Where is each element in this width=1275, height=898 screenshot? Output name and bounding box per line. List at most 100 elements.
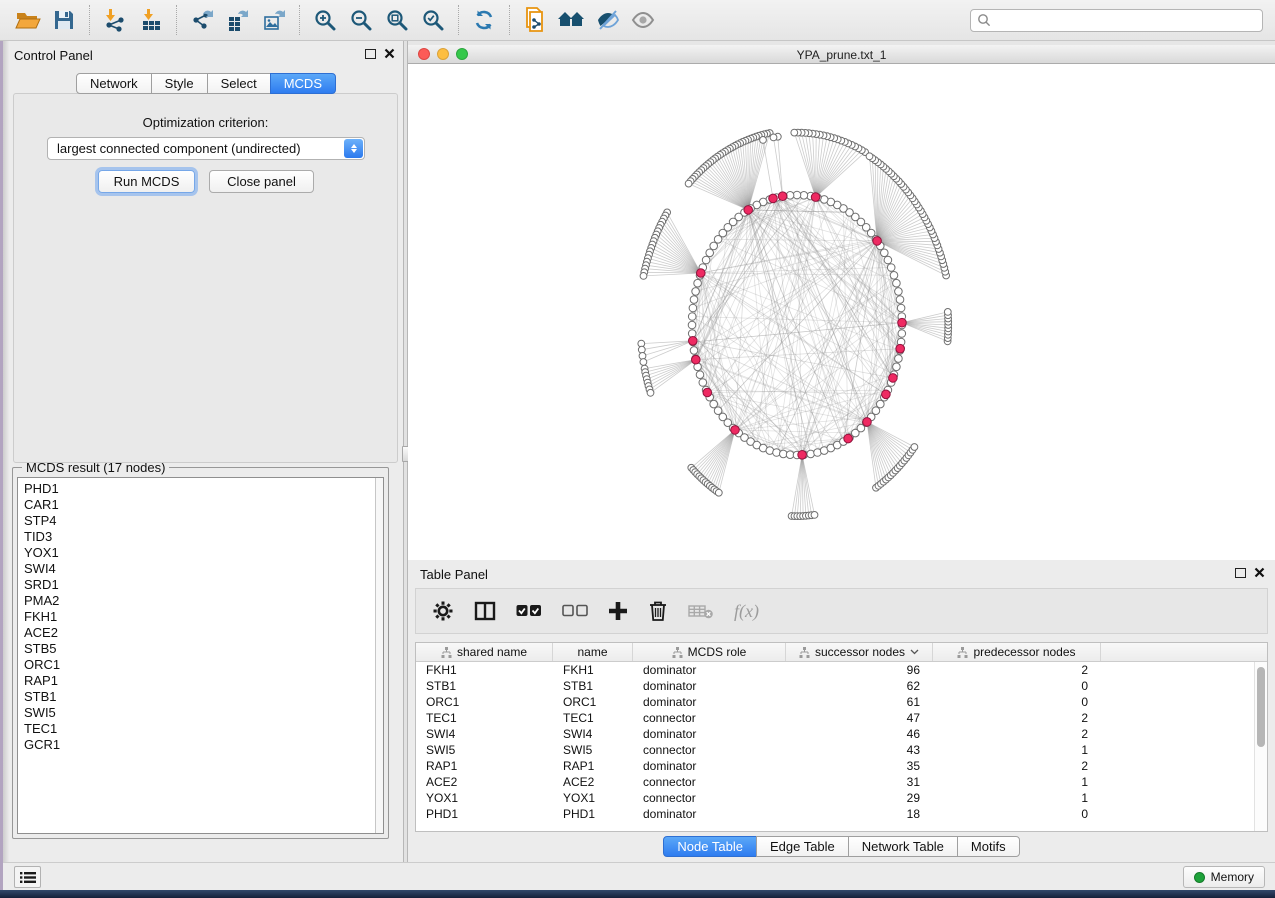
table-row[interactable]: RAP1RAP1dominator352 (416, 758, 1254, 774)
delete-column-button[interactable] (648, 600, 668, 622)
add-column-button[interactable] (608, 601, 628, 621)
mcds-result-item[interactable]: PHD1 (24, 481, 371, 497)
tab-style[interactable]: Style (151, 73, 208, 94)
float-table-panel-icon[interactable] (1235, 568, 1246, 578)
table-row[interactable]: ORC1ORC1dominator610 (416, 694, 1254, 710)
cell-mcds_role: connector (633, 711, 786, 725)
log-console-button[interactable] (14, 866, 41, 888)
table-row[interactable]: PHD1PHD1dominator180 (416, 806, 1254, 822)
export-image-button[interactable] (256, 4, 292, 36)
table-row[interactable]: FKH1FKH1dominator962 (416, 662, 1254, 678)
import-network-icon (103, 8, 127, 32)
mcds-result-item[interactable]: TEC1 (24, 721, 371, 737)
open-file-button[interactable] (10, 4, 46, 36)
list-icon (20, 871, 36, 884)
cell-name: ORC1 (553, 695, 633, 709)
zoom-selected-button[interactable] (415, 4, 451, 36)
table-scrollbar[interactable] (1254, 662, 1267, 831)
import-network-button[interactable] (97, 4, 133, 36)
trash-icon (648, 600, 668, 622)
mcds-result-item[interactable]: SWI5 (24, 705, 371, 721)
select-all-button[interactable] (516, 604, 542, 618)
table-row[interactable]: SWI4SWI4dominator462 (416, 726, 1254, 742)
clone-network-button[interactable] (517, 4, 553, 36)
table-row[interactable]: STB1STB1dominator620 (416, 678, 1254, 694)
mcds-result-item[interactable]: STP4 (24, 513, 371, 529)
show-columns-button[interactable] (474, 600, 496, 622)
deselect-all-button[interactable] (562, 604, 588, 618)
criterion-selected-value: largest connected component (undirected) (57, 141, 301, 156)
run-mcds-button[interactable]: Run MCDS (98, 170, 195, 193)
mcds-result-scrollbar[interactable] (375, 478, 383, 833)
network-home-button[interactable] (553, 4, 589, 36)
tab-network-table[interactable]: Network Table (848, 836, 958, 857)
tab-network[interactable]: Network (76, 73, 152, 94)
zoom-fit-button[interactable] (379, 4, 415, 36)
export-network-button[interactable] (184, 4, 220, 36)
save-session-button[interactable] (46, 4, 82, 36)
table-settings-button[interactable] (432, 600, 454, 622)
column-header-name[interactable]: name (553, 643, 633, 661)
column-type-icon (441, 647, 452, 658)
table-row[interactable]: SWI5SWI5connector431 (416, 742, 1254, 758)
close-table-panel-icon[interactable] (1254, 567, 1265, 578)
mcds-result-item[interactable]: PMA2 (24, 593, 371, 609)
memory-button[interactable]: Memory (1183, 866, 1265, 888)
mcds-result-item[interactable]: TID3 (24, 529, 371, 545)
mcds-result-item[interactable]: FKH1 (24, 609, 371, 625)
control-panel-header: Control Panel (9, 41, 403, 67)
cell-predecessor_nodes: 0 (933, 695, 1101, 709)
table-scrollbar-thumb[interactable] (1257, 667, 1265, 747)
mcds-result-item[interactable]: SWI4 (24, 561, 371, 577)
mcds-result-item[interactable]: YOX1 (24, 545, 371, 561)
optimization-criterion-select[interactable]: largest connected component (undirected) (47, 137, 365, 160)
search-input[interactable] (995, 13, 1256, 28)
cell-predecessor_nodes: 1 (933, 775, 1101, 789)
export-table-button[interactable] (220, 4, 256, 36)
mcds-result-item[interactable]: RAP1 (24, 673, 371, 689)
mcds-result-items: PHD1CAR1STP4TID3YOX1SWI4SRD1PMA2FKH1ACE2… (24, 481, 371, 753)
close-panel-icon[interactable] (384, 48, 395, 59)
table-row[interactable]: YOX1YOX1connector291 (416, 790, 1254, 806)
mcds-result-item[interactable]: GCR1 (24, 737, 371, 753)
cell-name: TEC1 (553, 711, 633, 725)
column-type-icon (957, 647, 968, 658)
zoom-fit-icon (385, 8, 409, 32)
mcds-result-item[interactable]: ACE2 (24, 625, 371, 641)
float-panel-icon[interactable] (365, 49, 376, 59)
network-window-titlebar[interactable]: YPA_prune.txt_1 (408, 45, 1275, 64)
refresh-button[interactable] (466, 4, 502, 36)
column-header-successor-nodes[interactable]: successor nodes (786, 643, 933, 661)
network-view-canvas[interactable] (408, 64, 1275, 560)
cell-shared_name: FKH1 (416, 663, 553, 677)
network-home-icon (557, 9, 585, 31)
import-table-button[interactable] (133, 4, 169, 36)
mcds-result-item[interactable]: ORC1 (24, 657, 371, 673)
cell-predecessor_nodes: 1 (933, 743, 1101, 757)
tab-node-table[interactable]: Node Table (663, 836, 757, 857)
mcds-result-item[interactable]: STB5 (24, 641, 371, 657)
mcds-result-item[interactable]: SRD1 (24, 577, 371, 593)
mcds-result-item[interactable]: CAR1 (24, 497, 371, 513)
close-panel-button[interactable]: Close panel (209, 170, 314, 193)
network-graph[interactable] (408, 64, 1275, 560)
tab-edge-table[interactable]: Edge Table (756, 836, 849, 857)
zoom-in-button[interactable] (307, 4, 343, 36)
save-icon (53, 9, 75, 31)
zoom-out-button[interactable] (343, 4, 379, 36)
tab-motifs[interactable]: Motifs (957, 836, 1020, 857)
mcds-result-item[interactable]: STB1 (24, 689, 371, 705)
tab-mcds[interactable]: MCDS (270, 73, 336, 94)
column-header-MCDS-role[interactable]: MCDS role (633, 643, 786, 661)
hide-selected-button[interactable] (589, 4, 625, 36)
show-all-button[interactable] (625, 4, 661, 36)
table-row[interactable]: ACE2ACE2connector311 (416, 774, 1254, 790)
cell-successor_nodes: 43 (786, 743, 933, 757)
sort-chevron-icon (910, 649, 919, 655)
column-header-shared-name[interactable]: shared name (416, 643, 553, 661)
search-box[interactable] (970, 9, 1263, 32)
tab-select[interactable]: Select (207, 73, 271, 94)
table-row[interactable]: TEC1TEC1connector472 (416, 710, 1254, 726)
column-header-predecessor-nodes[interactable]: predecessor nodes (933, 643, 1101, 661)
mcds-result-list[interactable]: PHD1CAR1STP4TID3YOX1SWI4SRD1PMA2FKH1ACE2… (17, 477, 384, 834)
